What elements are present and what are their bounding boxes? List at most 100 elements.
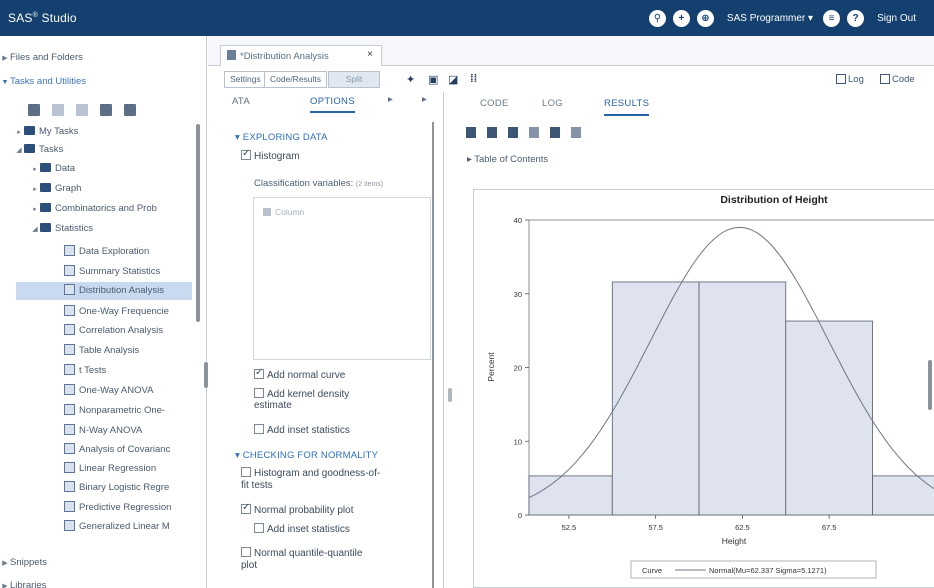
more-options-icon[interactable]: ⁞⁞	[470, 73, 477, 85]
checkbox-checked[interactable]	[254, 367, 264, 379]
rtf-download-icon[interactable]	[508, 126, 518, 138]
globe-icon[interactable]: ⊕	[696, 9, 714, 27]
tree-item-t-tests[interactable]: t Tests	[64, 362, 194, 380]
y-tick-label: 20	[514, 364, 522, 373]
tree-item-label: One-Way Frequencie	[79, 306, 169, 317]
menu-icon[interactable]: ≡	[823, 9, 841, 27]
tasks-toolbar	[28, 102, 148, 118]
task-icon	[64, 520, 75, 531]
checkbox-unchecked[interactable]	[254, 424, 264, 434]
tree-item-distribution-analysis[interactable]: Distribution Analysis	[16, 282, 192, 300]
sign-out-link[interactable]: Sign Out	[877, 13, 916, 24]
tree-item-predictive-regression[interactable]: Predictive Regression	[64, 499, 200, 517]
section-checking-normality[interactable]: ▾ CHECKING FOR NORMALITY	[235, 450, 378, 461]
tree-item-one-way-frequencies[interactable]: One-Way Frequencie	[64, 303, 194, 321]
tree-item-one-way-anova[interactable]: One-Way ANOVA	[64, 382, 194, 400]
folder-icon	[24, 144, 35, 153]
tree-item-data-exploration[interactable]: Data Exploration	[64, 243, 200, 261]
normal-qq-plot-checkbox[interactable]: Normal quantile-quantile	[241, 547, 362, 560]
checkbox-checked[interactable]	[241, 502, 251, 514]
tree-item-nonparametric[interactable]: Nonparametric One-	[64, 402, 200, 420]
checkbox-unchecked[interactable]	[254, 523, 264, 533]
task-document-icon	[227, 50, 236, 60]
expand-arrow-icon: ▸	[33, 206, 37, 213]
tab-distribution-analysis[interactable]: *Distribution Analysis ×	[220, 45, 382, 66]
tree-item-my-tasks[interactable]: ▸ My Tasks	[14, 123, 214, 141]
tab-code[interactable]: CODE	[480, 98, 509, 109]
checkbox-unchecked[interactable]	[241, 547, 251, 557]
split-view-button[interactable]: Split	[328, 71, 380, 88]
tree-item-combinatorics[interactable]: ▸ Combinatorics and Prob	[30, 200, 205, 218]
print-icon[interactable]	[550, 126, 560, 138]
tasks-and-utilities-section[interactable]: ▼ Tasks and Utilities	[0, 73, 200, 91]
nav-scrollbar[interactable]	[196, 124, 200, 322]
tree-item-tasks[interactable]: ◢ Tasks	[14, 141, 214, 159]
legend-title: Curve	[642, 566, 662, 575]
refresh-icon[interactable]	[124, 104, 136, 116]
add-inset-statistics-checkbox[interactable]: Add inset statistics	[254, 424, 350, 437]
options-pane-scrollbar[interactable]	[432, 122, 434, 588]
classification-variables-list[interactable]: Column	[253, 197, 431, 360]
table-of-contents-toggle[interactable]: ▸ Table of Contents	[467, 154, 548, 165]
tree-item-data[interactable]: ▸ Data	[30, 160, 230, 178]
tree-item-summary-statistics[interactable]: Summary Statistics	[64, 263, 200, 281]
task-icon	[64, 501, 75, 512]
tab-log[interactable]: LOG	[542, 98, 563, 109]
tab-next-icon[interactable]: ▸	[422, 94, 427, 105]
close-tab-icon[interactable]: ×	[367, 49, 373, 60]
tree-item-table-analysis[interactable]: Table Analysis	[64, 342, 194, 360]
snippets-section[interactable]: ▶ Snippets	[0, 554, 200, 572]
tree-item-graph[interactable]: ▸ Graph	[30, 180, 230, 198]
log-button[interactable]: Log	[836, 74, 864, 85]
help-icon[interactable]: ?	[847, 9, 865, 27]
normal-probability-plot-checkbox[interactable]: Normal probability plot	[241, 502, 354, 517]
html-download-icon[interactable]	[466, 126, 476, 138]
tab-data[interactable]: ATA	[232, 96, 250, 107]
task-icon	[64, 245, 75, 256]
expand-icon[interactable]	[571, 126, 581, 138]
tree-item-generalized-linear-models[interactable]: Generalized Linear M	[64, 518, 200, 536]
tree-item-analysis-of-covariance[interactable]: Analysis of Covarianc	[64, 441, 200, 459]
code-button[interactable]: Code	[880, 74, 915, 85]
folder-icon	[40, 203, 51, 212]
new-task-icon[interactable]	[28, 104, 40, 116]
run-icon[interactable]: ✦	[406, 73, 415, 86]
results-scrollbar[interactable]	[928, 360, 932, 410]
checkbox-unchecked[interactable]	[254, 388, 264, 398]
histogram-gof-label-line1: Histogram and goodness-of-	[254, 468, 381, 479]
search-icon[interactable]: ⚲	[648, 9, 666, 27]
reset-icon[interactable]: ◪	[448, 73, 458, 86]
tree-item-statistics[interactable]: ◢ Statistics	[30, 220, 230, 238]
code-results-view-button[interactable]: Code/Results	[264, 71, 328, 88]
log-label: Log	[848, 74, 864, 85]
open-new-window-icon[interactable]	[529, 126, 539, 138]
properties-icon[interactable]	[52, 104, 64, 116]
delete-icon[interactable]	[100, 104, 112, 116]
tab-options[interactable]: OPTIONS	[310, 96, 355, 113]
histogram-gof-checkbox[interactable]: Histogram and goodness-of-	[241, 467, 380, 480]
tree-item-n-way-anova[interactable]: N-Way ANOVA	[64, 422, 200, 440]
tab-prev-icon[interactable]: ▸	[388, 94, 393, 105]
task-icon	[64, 404, 75, 415]
add-inset-statistics-2-checkbox[interactable]: Add inset statistics	[254, 523, 350, 536]
role-menu[interactable]: SAS Programmer ▾	[727, 13, 813, 24]
histogram-checkbox[interactable]: Histogram	[241, 148, 300, 163]
files-and-folders-section[interactable]: ▶ Files and Folders	[0, 49, 200, 67]
checkbox-checked[interactable]	[241, 148, 251, 160]
task-icon	[64, 265, 75, 276]
save-icon[interactable]: ▣	[428, 73, 438, 86]
tab-results[interactable]: RESULTS	[604, 98, 650, 116]
tree-item-binary-logistic-regression[interactable]: Binary Logistic Regre	[64, 479, 200, 497]
add-normal-curve-checkbox[interactable]: Add normal curve	[254, 367, 345, 382]
settings-view-button[interactable]: Settings	[224, 71, 267, 88]
tree-item-correlation-analysis[interactable]: Correlation Analysis	[64, 322, 194, 340]
libraries-section[interactable]: ▶ Libraries	[0, 577, 200, 588]
new-file-icon[interactable]: +	[672, 9, 690, 27]
section-exploring-data[interactable]: ▾ EXPLORING DATA	[235, 132, 328, 143]
tree-item-label: My Tasks	[39, 126, 79, 137]
checkbox-unchecked[interactable]	[241, 467, 251, 477]
copy-icon[interactable]	[76, 104, 88, 116]
tree-item-linear-regression[interactable]: Linear Regression	[64, 460, 200, 478]
tree-item-label: One-Way ANOVA	[79, 385, 154, 396]
pdf-download-icon[interactable]	[487, 126, 497, 138]
